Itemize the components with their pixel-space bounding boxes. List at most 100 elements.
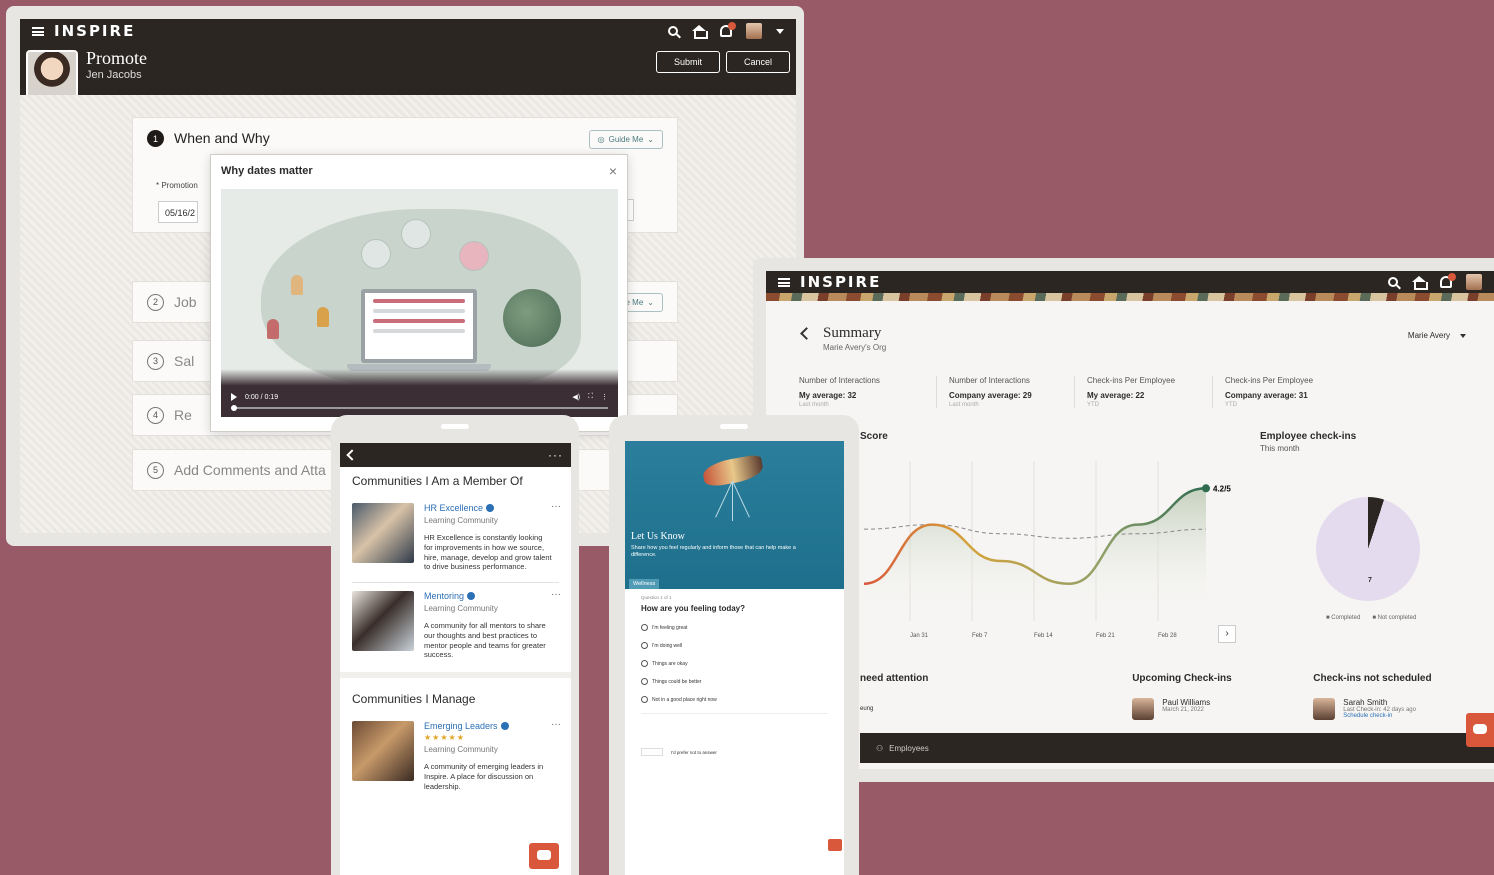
back-icon[interactable] [800, 327, 813, 340]
guide-me-button[interactable]: ◎ Guide Me ⌄ [588, 130, 663, 149]
close-icon[interactable]: × [609, 163, 617, 179]
menu-icon[interactable] [778, 277, 790, 287]
why-dates-matter-dialog: Why dates matter × 0:00 / 0:19 ◀) ⛶ ⋮ [210, 154, 628, 432]
metric-value: My average: 22 [1087, 391, 1145, 400]
verified-icon [467, 592, 476, 600]
x-tick-label: Feb 21 [1096, 633, 1115, 639]
more-options-icon[interactable]: ··· [551, 501, 561, 512]
home-icon[interactable] [1412, 276, 1428, 290]
user-avatar[interactable] [1466, 274, 1482, 290]
chat-icon[interactable] [828, 839, 842, 851]
verified-icon [500, 722, 509, 730]
not-scheduled-person[interactable]: Sarah Smith Last Check-in: 42 days ago Sch… [1313, 698, 1480, 720]
chevron-down-icon: ⌄ [647, 135, 654, 144]
metrics-row: Number of Interactions My average: 32 Last… [799, 376, 1351, 408]
chart-bubble-icon [361, 239, 391, 269]
person-select[interactable]: Marie Avery [1408, 331, 1466, 340]
legend-not-completed: Not completed [1372, 615, 1417, 621]
submit-button[interactable]: Submit [656, 51, 720, 73]
video-progress-bar[interactable] [231, 405, 608, 411]
back-icon[interactable] [346, 449, 358, 461]
chevron-down-icon: ⌄ [647, 297, 654, 307]
radio-option[interactable]: Things are okay [641, 660, 828, 667]
radio-option[interactable]: Things could be better [641, 678, 828, 685]
brand-logo: INSPIRE [54, 22, 136, 40]
metric-label: Check-ins Per Employee [1225, 376, 1314, 385]
community-description: A community of emerging leaders in Inspi… [424, 762, 544, 791]
video-player[interactable]: 0:00 / 0:19 ◀) ⛶ ⋮ [221, 189, 618, 417]
play-icon[interactable] [231, 393, 237, 401]
help-icon: ◎ [597, 135, 605, 144]
video-time: 0:00 / 0:19 [245, 393, 279, 401]
cancel-button[interactable]: Cancel [726, 51, 790, 73]
community-card[interactable]: Emerging Leaders ★★★★★ Learning Communit… [340, 713, 571, 791]
radio-option[interactable]: I'm feeling great [641, 624, 828, 631]
community-image [352, 591, 414, 651]
community-description: HR Excellence is constantly looking for … [424, 533, 552, 572]
metric-card: Check-ins Per Employee My average: 22 YTD [1075, 376, 1213, 408]
x-tick-label: Feb 14 [1034, 633, 1053, 639]
question-text: How are you feeling today? [641, 604, 746, 613]
more-options-icon[interactable]: ··· [551, 589, 561, 600]
x-tick-label: Feb 7 [972, 633, 988, 639]
radio-option[interactable]: Not in a good place right now [641, 696, 828, 703]
chevron-down-icon [1460, 333, 1466, 338]
person-name: Paul Williams [1162, 698, 1211, 707]
upcoming-person[interactable]: Paul Williams March 21, 2022 [1132, 698, 1283, 720]
chevron-down-icon[interactable] [776, 28, 784, 34]
step-number: 2 [147, 293, 164, 311]
employees-tab[interactable]: Employees [889, 744, 929, 753]
community-name-link[interactable]: Emerging Leaders [424, 721, 498, 731]
section-title: Communities I Am a Member Of [352, 474, 523, 488]
x-tick-label: Feb 28 [1158, 633, 1177, 639]
communities-screen: ··· Communities I Am a Member Of HR Exce… [340, 443, 571, 875]
survey-title: Let Us Know [631, 531, 685, 542]
community-type: Learning Community [424, 516, 498, 525]
notifications-icon[interactable] [1440, 273, 1456, 288]
metric-value: My average: 32 [799, 391, 857, 400]
not-scheduled-section: Check-ins not scheduled Sarah Smith Last … [1283, 673, 1480, 720]
notifications-icon[interactable] [720, 22, 736, 37]
radio-option[interactable]: I'm doing well [641, 642, 828, 649]
metric-label: Number of Interactions [949, 376, 1030, 385]
more-options-icon[interactable]: ··· [548, 449, 563, 461]
next-page-button[interactable]: › [1218, 625, 1236, 643]
fullscreen-icon[interactable]: ⛶ [588, 393, 593, 401]
volume-icon[interactable]: ◀) [572, 393, 580, 401]
checkins-subtitle: This month [1260, 444, 1300, 453]
search-icon[interactable] [1388, 277, 1398, 287]
search-icon[interactable] [668, 26, 678, 36]
person-illustration [291, 275, 303, 295]
community-name-link[interactable]: HR Excellence [424, 503, 483, 513]
community-image [352, 503, 414, 563]
metric-period: Last month [949, 402, 979, 408]
score-title: Score [860, 431, 888, 442]
metric-period: YTD [1225, 402, 1237, 408]
page-title: Promote [86, 47, 147, 68]
section-title: Check-ins not scheduled [1313, 673, 1432, 684]
schedule-checkin-link[interactable]: Schedule check-in [1343, 713, 1416, 719]
more-options-icon[interactable]: ⋮ [601, 393, 608, 401]
step-label: Add Comments and Atta [174, 462, 326, 478]
skip-toggle[interactable] [641, 748, 663, 756]
menu-icon[interactable] [32, 26, 44, 36]
upcoming-checkins-section: Upcoming Check-ins Paul Williams March 21… [1056, 673, 1283, 720]
step-label: Job [174, 294, 197, 310]
home-icon[interactable] [692, 25, 708, 39]
more-options-icon[interactable]: ··· [551, 719, 561, 730]
community-type: Learning Community [424, 745, 498, 754]
community-card[interactable]: Mentoring Learning Community A community… [340, 583, 571, 660]
metric-period: YTD [1087, 402, 1099, 408]
footer-bar: ⚇ Employees [860, 733, 1494, 763]
globe-illustration [503, 289, 561, 347]
community-card[interactable]: HR Excellence Learning Community HR Exce… [340, 495, 571, 572]
chat-icon[interactable] [1466, 713, 1494, 747]
laptop-illustration [361, 289, 477, 363]
skip-row[interactable]: I'd prefer not to answer [641, 748, 828, 756]
section-title: Communities I Manage [352, 692, 476, 706]
promotion-date-input[interactable]: 05/16/2 [158, 201, 198, 223]
community-name-link[interactable]: Mentoring [424, 591, 464, 601]
metric-period: Last month [799, 402, 829, 408]
user-avatar[interactable] [746, 23, 762, 39]
chat-icon[interactable] [529, 843, 559, 869]
